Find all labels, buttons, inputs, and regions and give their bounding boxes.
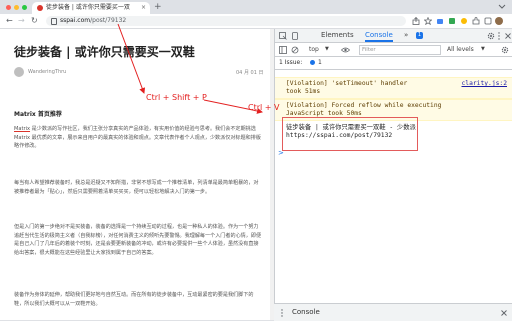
devtools-tabbar: Elements Console » 1 — [275, 29, 512, 43]
address-bar[interactable]: sspai.com/post/79132 — [46, 16, 406, 26]
close-window-button[interactable] — [6, 5, 11, 10]
more-options-icon[interactable] — [497, 32, 501, 40]
levels-chevron-icon[interactable]: ▼ — [481, 43, 485, 56]
url-text: sspai.com/post/79132 — [60, 16, 126, 26]
violation-source-link[interactable]: clarity.js:2 — [462, 80, 508, 88]
extensions-puzzle-icon[interactable] — [472, 17, 480, 25]
more-tabs-button[interactable]: » — [404, 29, 408, 42]
context-selector[interactable]: top — [309, 43, 319, 56]
issue-info-icon — [310, 60, 315, 65]
tab-strip: 徒步装备 | 或许你只需要买一双 × + — [0, 0, 512, 14]
reload-button[interactable]: ↻ — [31, 14, 38, 28]
url-path: /post/79132 — [90, 17, 127, 24]
close-drawer-icon[interactable] — [500, 309, 508, 317]
sspai-favicon-icon — [37, 5, 43, 11]
publish-date: 04 月 01 日 — [236, 70, 264, 76]
paragraph-intro: Matrix 是少数派的写作社区，我们主张分享真实的产品体验，有实用价值的经验与… — [14, 125, 262, 151]
sidebar-toggle-icon[interactable] — [279, 46, 287, 54]
tab-close-icon[interactable]: × — [141, 2, 146, 14]
paragraph-2: 每当有人希望推荐装备时，我总是迟疑又不知所措，非常不想写成一个推荐清单，列清单是… — [14, 180, 259, 195]
forward-button[interactable]: → — [18, 14, 25, 28]
tab-console[interactable]: Console — [365, 29, 393, 42]
copy-shortcut-label: Ctrl + Shift + P — [146, 93, 207, 102]
web-page: 徒步装备 | 或许你只需要买一双鞋 WanderingThru 04 月 01 … — [0, 29, 274, 320]
tab-search-chevron-icon[interactable] — [498, 4, 506, 10]
bookmark-star-icon[interactable] — [424, 17, 432, 25]
devtools-panel: Elements Console » 1 top ▼ Filter All le… — [274, 29, 512, 320]
tab-elements[interactable]: Elements — [321, 29, 354, 42]
browser-toolbar: ← → ↻ sspai.com/post/79132 — [0, 14, 512, 29]
drawer-menu-icon[interactable] — [280, 309, 284, 317]
inspect-element-icon[interactable] — [279, 32, 287, 40]
section-heading: Matrix 首页推荐 — [14, 111, 62, 118]
paragraph-intro-text: 是少数派的写作社区，我们主张分享真实的产品体验，有实用价值的经验与思考。我们会不… — [14, 126, 261, 150]
reading-list-icon[interactable] — [484, 17, 492, 25]
issues-badge[interactable]: 1 — [416, 32, 423, 39]
context-dropdown-icon[interactable]: ▼ — [325, 43, 329, 56]
violation-2-line1: [Violation] Forced reflow while executin… — [286, 102, 442, 109]
tab-title: 徒步装备 | 或许你只需要买一双 — [46, 4, 130, 11]
profile-avatar[interactable] — [495, 17, 503, 25]
issues-label: 1 Issue: — [279, 59, 303, 66]
share-icon[interactable] — [412, 17, 420, 25]
extension-icon[interactable] — [436, 17, 444, 25]
console-toolbar: top ▼ Filter All levels ▼ — [275, 43, 512, 57]
paste-shortcut-label: Ctrl + V — [248, 103, 280, 112]
issues-bar[interactable]: 1 Issue: 1 — [275, 57, 512, 70]
drawer-tab-console[interactable]: Console — [292, 304, 320, 321]
device-toolbar-icon[interactable] — [291, 32, 299, 40]
back-button[interactable]: ← — [6, 14, 13, 28]
zoom-window-button[interactable] — [22, 5, 27, 10]
lock-icon — [51, 18, 57, 25]
log-levels-dropdown[interactable]: All levels — [447, 43, 474, 56]
url-host: sspai.com — [60, 17, 91, 24]
paragraph-4: 装备作为身体的延伸，帮助我们更好地与自然互动。而在所有的徒步装备中，互动最紧密的… — [14, 292, 254, 307]
paragraph-3: 但是入门的第一步绝对不是买装备，装备的选择是一个持续互动的过程，也是一种私人的体… — [14, 224, 262, 256]
issues-count[interactable]: 1 — [318, 57, 322, 69]
article-title: 徒步装备 | 或许你只需要买一双鞋 — [14, 45, 195, 59]
console-settings-gear-icon[interactable] — [501, 46, 509, 54]
matrix-link[interactable]: Matrix — [14, 126, 30, 132]
browser-tab[interactable]: 徒步装备 | 或许你只需要买一双 × — [32, 2, 150, 14]
clear-console-icon[interactable] — [291, 46, 299, 54]
violation-1-line1: [Violation] 'setTimeout' handler — [286, 80, 408, 87]
violation-1-line2: took 51ms — [286, 88, 321, 95]
new-tab-button[interactable]: + — [154, 1, 162, 13]
settings-gear-icon[interactable] — [487, 32, 495, 40]
author-name[interactable]: WanderingThru — [28, 69, 66, 75]
log-highlight-box — [282, 117, 418, 151]
author-avatar[interactable] — [14, 67, 24, 77]
console-drawer-bar: Console — [274, 303, 512, 321]
extension-2-icon[interactable] — [448, 17, 456, 25]
minimize-window-button[interactable] — [14, 5, 19, 10]
extension-3-icon[interactable] — [460, 17, 468, 25]
filter-input[interactable]: Filter — [359, 45, 441, 55]
console-violation-1: [Violation] 'setTimeout' handler took 51… — [275, 77, 512, 99]
close-devtools-icon[interactable] — [504, 32, 512, 40]
console-prompt[interactable]: > — [278, 149, 284, 157]
live-expression-eye-icon[interactable] — [341, 46, 350, 54]
violation-2-line2: JavaScript took 50ms — [286, 110, 362, 117]
